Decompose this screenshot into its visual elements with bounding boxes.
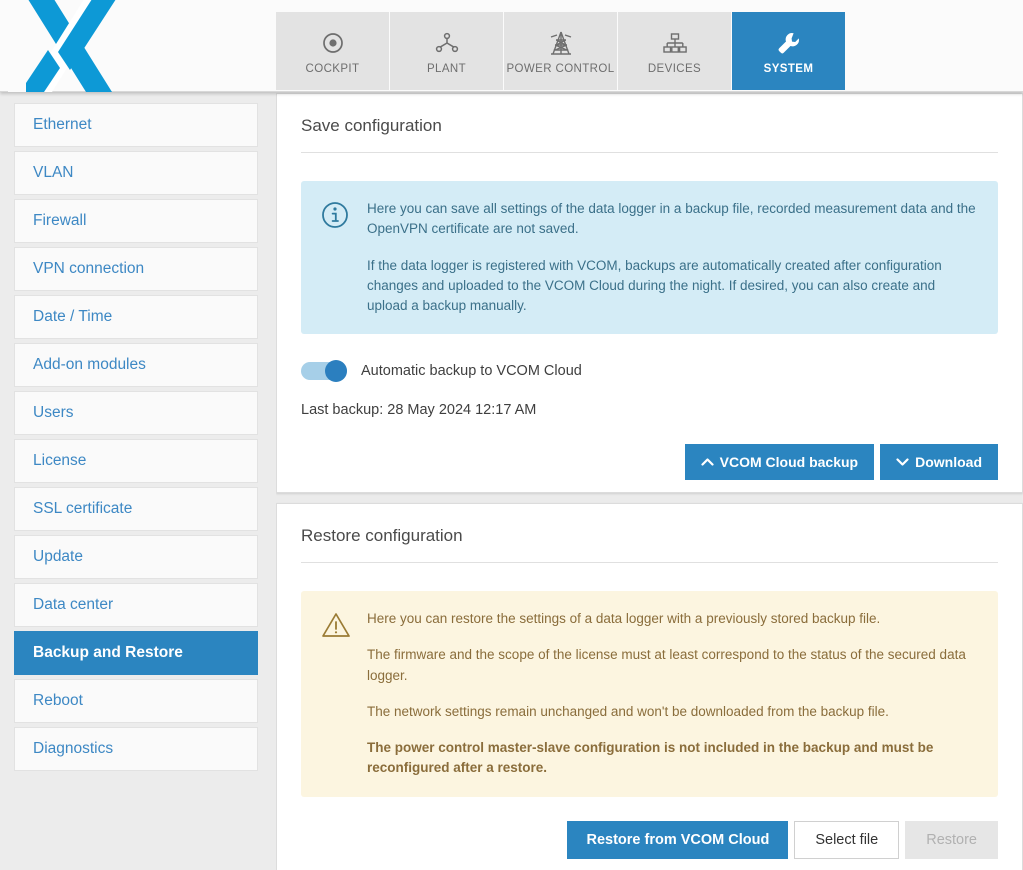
sidebar-item-label: Update [33, 548, 83, 565]
wrench-icon [776, 28, 802, 58]
save-info-text: Here you can save all settings of the da… [367, 199, 978, 316]
tab-plant[interactable]: PLANT [390, 12, 503, 90]
tab-system[interactable]: SYSTEM [732, 12, 845, 90]
restore-button: Restore [905, 820, 998, 859]
sidebar-item-license[interactable]: License [14, 439, 258, 483]
tab-power-control-label: POWER CONTROL [506, 62, 615, 75]
vcom-cloud-backup-label: VCOM Cloud backup [719, 454, 859, 471]
automatic-backup-toggle-row: Automatic backup to VCOM Cloud [301, 360, 998, 383]
restore-warning-paragraph-1: Here you can restore the settings of a d… [367, 611, 881, 626]
save-info-paragraph-2: If the data logger is registered with VC… [367, 257, 942, 314]
tab-plant-label: PLANT [426, 62, 467, 75]
restore-warning-alert: Here you can restore the settings of a d… [301, 591, 998, 797]
sidebar-item-reboot[interactable]: Reboot [14, 679, 258, 723]
sidebar-item-add-on-modules[interactable]: Add-on modules [14, 343, 258, 387]
app-header: COCKPIT PLANT POWER CONTROL DEVICES SYST… [0, 0, 1023, 92]
sidebar-item-ethernet[interactable]: Ethernet [14, 103, 258, 147]
warning-triangle-icon [321, 609, 367, 779]
sidebar-nav: Ethernet VLAN Firewall VPN connection Da… [0, 93, 270, 870]
sidebar-item-label: Firewall [33, 212, 87, 229]
brand-logo [8, 0, 118, 92]
sidebar-item-label: License [33, 452, 87, 469]
tab-cockpit[interactable]: COCKPIT [276, 12, 389, 90]
last-backup-text: Last backup: 28 May 2024 12:17 AM [301, 402, 537, 419]
sidebar-item-ssl-certificate[interactable]: SSL certificate [14, 487, 258, 531]
plant-network-icon [434, 28, 460, 58]
sidebar-item-vpn-connection[interactable]: VPN connection [14, 247, 258, 291]
sidebar-item-label: Data center [33, 596, 114, 613]
restore-warning-paragraph-bold: The power control master-slave configura… [367, 740, 934, 776]
tab-system-label: SYSTEM [763, 62, 814, 75]
restore-warning-text: Here you can restore the settings of a d… [367, 609, 978, 779]
save-configuration-title: Save configuration [301, 94, 998, 153]
sidebar-item-backup-and-restore[interactable]: Backup and Restore [14, 631, 258, 675]
save-buttons-row: VCOM Cloud backup Download [301, 444, 998, 481]
toggle-knob [325, 360, 347, 383]
restore-warning-paragraph-3: The network settings remain unchanged an… [367, 703, 889, 719]
power-pylon-icon [547, 28, 575, 58]
restore-label: Restore [926, 831, 977, 848]
restore-from-vcom-cloud-label: Restore from VCOM Cloud [586, 831, 770, 848]
download-button[interactable]: Download [880, 444, 998, 481]
select-file-button[interactable]: Select file [794, 820, 900, 859]
sidebar-item-diagnostics[interactable]: Diagnostics [14, 727, 258, 771]
sidebar-item-label: Backup and Restore [33, 644, 183, 661]
automatic-backup-toggle[interactable] [301, 360, 347, 383]
info-circle-icon [321, 199, 367, 316]
sidebar-item-label: Reboot [33, 692, 83, 709]
chevron-up-icon [701, 456, 714, 469]
save-configuration-panel: Save configuration Here you can save all… [276, 93, 1023, 493]
sidebar-item-vlan[interactable]: VLAN [14, 151, 258, 195]
main-tabs: COCKPIT PLANT POWER CONTROL DEVICES SYST… [276, 12, 845, 90]
download-label: Download [915, 454, 982, 471]
restore-from-vcom-cloud-button[interactable]: Restore from VCOM Cloud [567, 820, 789, 859]
save-info-alert: Here you can save all settings of the da… [301, 181, 998, 335]
sidebar-item-label: Users [33, 404, 74, 421]
sidebar-item-label: Ethernet [33, 116, 92, 133]
devices-tree-icon [662, 28, 688, 58]
automatic-backup-toggle-label: Automatic backup to VCOM Cloud [361, 363, 582, 380]
sidebar-item-users[interactable]: Users [14, 391, 258, 435]
sidebar-item-data-center[interactable]: Data center [14, 583, 258, 627]
tab-cockpit-label: COCKPIT [305, 62, 360, 75]
restore-configuration-title: Restore configuration [301, 504, 998, 563]
sidebar-item-label: SSL certificate [33, 500, 133, 517]
select-file-label: Select file [815, 831, 879, 848]
chevron-down-icon [896, 456, 909, 469]
tab-devices[interactable]: DEVICES [618, 12, 731, 90]
save-info-paragraph-1: Here you can save all settings of the da… [367, 201, 976, 237]
tab-power-control[interactable]: POWER CONTROL [504, 12, 617, 90]
restore-warning-paragraph-2: The firmware and the scope of the licens… [367, 647, 966, 683]
restore-configuration-panel: Restore configuration Here you can resto… [276, 503, 1023, 870]
sidebar-item-firewall[interactable]: Firewall [14, 199, 258, 243]
sidebar-item-label: Diagnostics [33, 740, 114, 757]
sidebar-item-label: Date / Time [33, 308, 113, 325]
main-content: Save configuration Here you can save all… [276, 93, 1023, 870]
sidebar-item-date-time[interactable]: Date / Time [14, 295, 258, 339]
sidebar-item-label: VLAN [33, 164, 74, 181]
sidebar-item-label: VPN connection [33, 260, 145, 277]
tab-devices-label: DEVICES [647, 62, 702, 75]
sidebar-item-label: Add-on modules [33, 356, 146, 373]
target-icon [321, 28, 345, 58]
sidebar-item-update[interactable]: Update [14, 535, 258, 579]
vcom-cloud-backup-button[interactable]: VCOM Cloud backup [684, 444, 875, 481]
restore-buttons-row: Restore from VCOM Cloud Select file Rest… [301, 820, 998, 859]
